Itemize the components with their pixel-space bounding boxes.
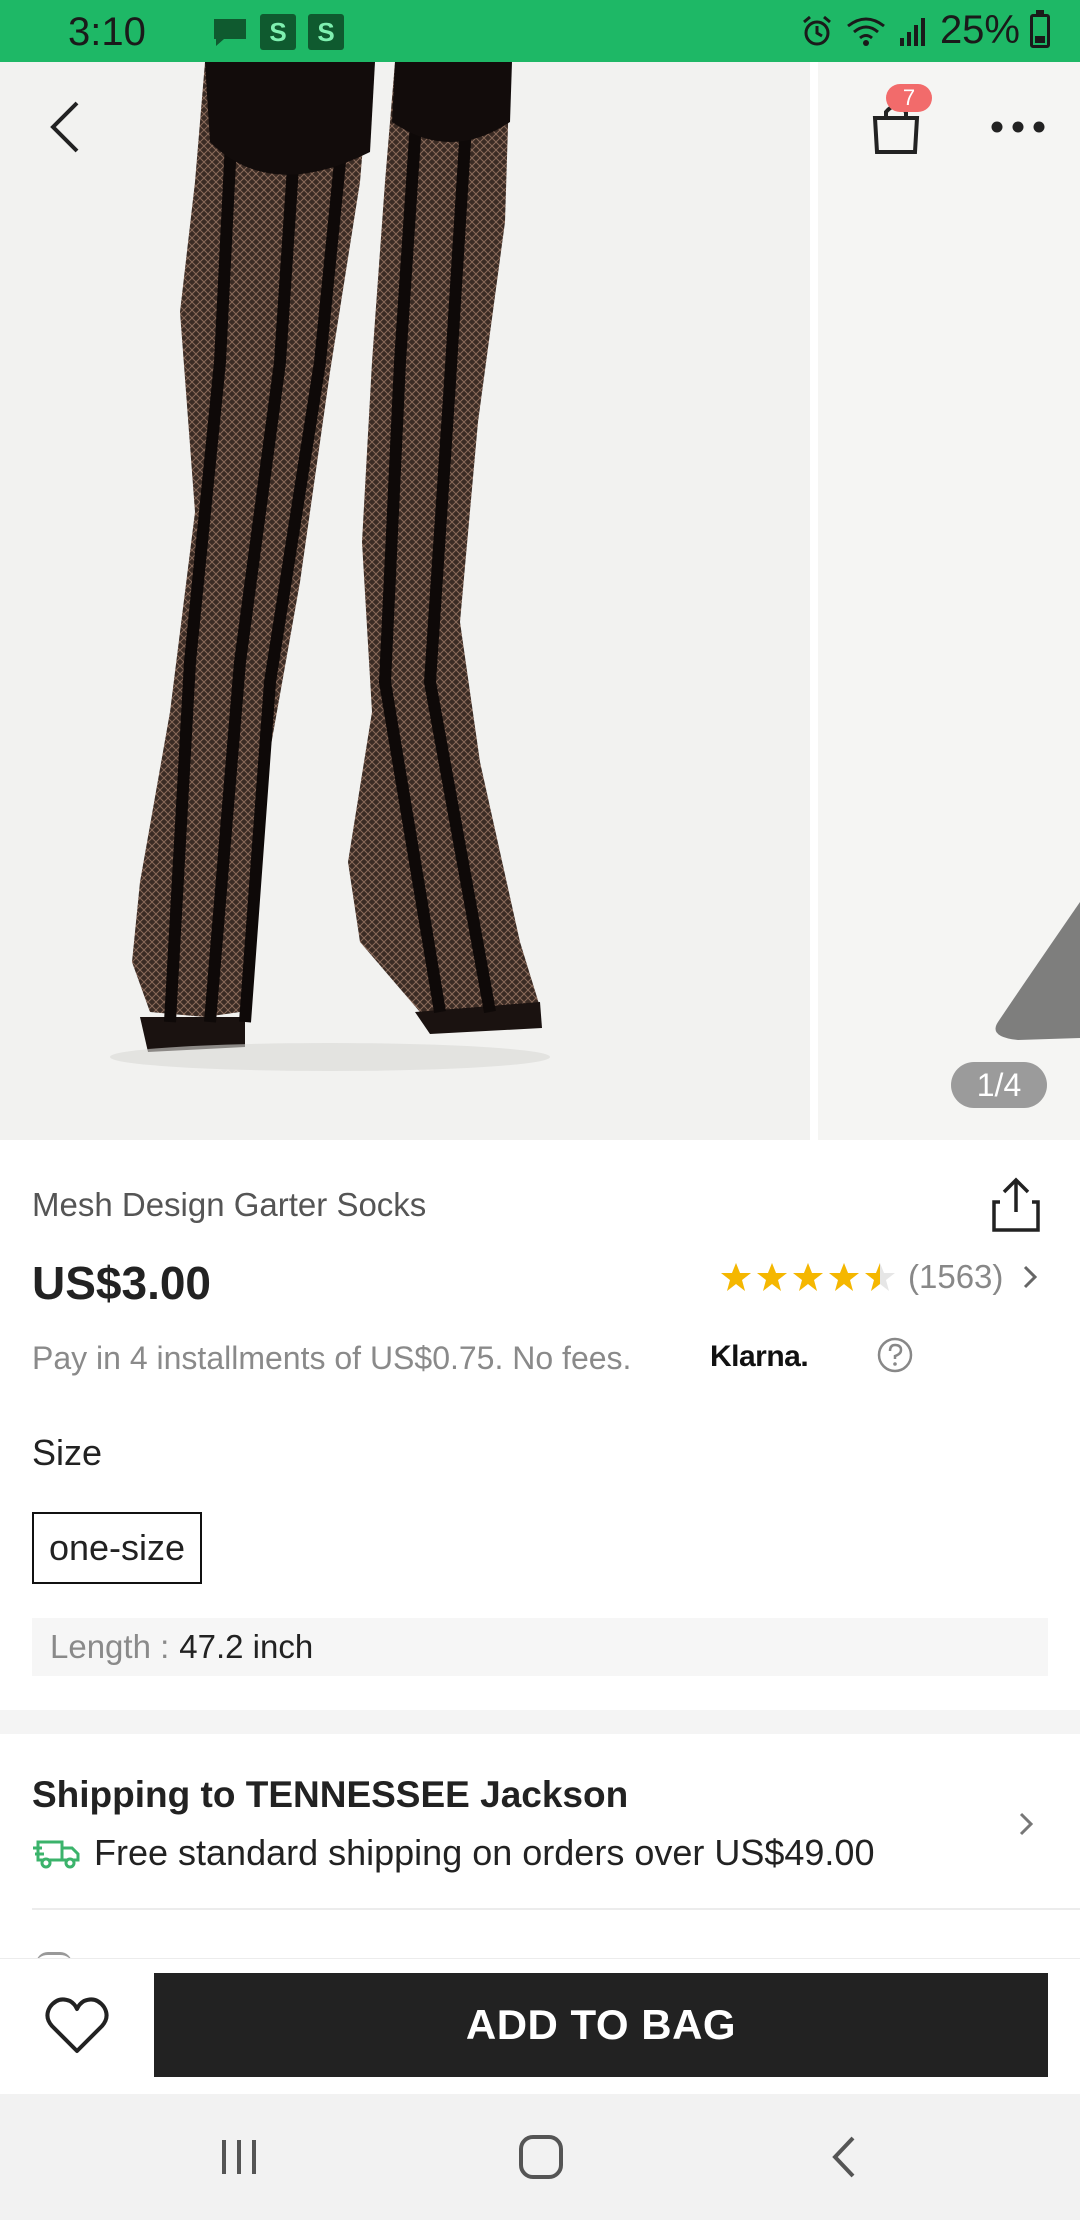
- stockings-illustration: [110, 62, 550, 1071]
- help-icon[interactable]: [876, 1336, 914, 1374]
- wishlist-button[interactable]: [42, 1991, 112, 2061]
- cart-count-badge: 7: [886, 84, 932, 112]
- length-value: 47.2 inch: [179, 1628, 314, 1665]
- shipping-destination[interactable]: Shipping to TENNESSEE Jackson: [32, 1774, 628, 1816]
- rating-stars: [720, 1261, 896, 1293]
- free-shipping-info[interactable]: Free standard shipping on orders over US…: [32, 1832, 874, 1874]
- chat-notification-icon: [214, 19, 246, 46]
- product-detail-screen: 3:10 S S 25% 7 1/4 Mesh Design Garter So…: [0, 0, 1080, 2220]
- recent-apps-button[interactable]: [204, 2124, 274, 2190]
- home-icon: [519, 2135, 563, 2179]
- section-separator: [0, 1710, 1080, 1734]
- battery-icon: [1030, 9, 1050, 48]
- app-notification-icon: S: [260, 14, 296, 50]
- length-label: Length :: [50, 1628, 170, 1665]
- rating-link[interactable]: (1563): [720, 1258, 1043, 1296]
- truck-icon: [33, 1840, 80, 1869]
- bottom-action-bar: ADD TO BAG: [0, 1958, 1080, 2094]
- back-arrow-icon: [832, 2136, 855, 2178]
- status-time: 3:10: [68, 10, 146, 54]
- size-option-one-size[interactable]: one-size: [32, 1512, 202, 1584]
- app-notification-icon: S: [308, 14, 344, 50]
- rating-count: (1563): [908, 1258, 1004, 1295]
- system-navigation-bar: [0, 2094, 1080, 2220]
- product-image[interactable]: [0, 62, 810, 1140]
- klarna-logo: Klarna.: [710, 1340, 809, 1373]
- back-button[interactable]: [30, 92, 100, 162]
- home-button[interactable]: [506, 2124, 576, 2190]
- installments-text: Pay in 4 installments of US$0.75. No fee…: [32, 1340, 632, 1376]
- add-to-bag-button[interactable]: ADD TO BAG: [154, 1973, 1048, 2077]
- star-icon: [793, 1263, 823, 1291]
- chevron-right-icon[interactable]: [1012, 1804, 1040, 1844]
- star-icon: [865, 1263, 895, 1291]
- free-shipping-text: Free standard shipping on orders over US…: [94, 1832, 875, 1873]
- share-icon: [992, 1177, 1040, 1232]
- star-icon: [721, 1263, 751, 1291]
- more-options-button[interactable]: [978, 92, 1058, 162]
- product-price: US$3.00: [32, 1257, 212, 1309]
- size-length-info: Length : 47.2 inch: [32, 1618, 1048, 1676]
- status-bar: 3:10 S S 25%: [0, 0, 1080, 62]
- star-icon: [829, 1263, 859, 1291]
- signal-icon: [899, 17, 925, 46]
- heart-icon: [45, 1997, 109, 2053]
- wifi-icon: [847, 17, 885, 46]
- next-product-image[interactable]: [818, 62, 1080, 1140]
- more-dots-icon: [991, 121, 1045, 133]
- battery-percent: 25%: [939, 8, 1020, 52]
- product-title: Mesh Design Garter Socks: [32, 1186, 427, 1223]
- notification-icons: S S: [212, 14, 344, 50]
- status-right: 25%: [800, 8, 1050, 53]
- next-image-preview: [995, 902, 1080, 1040]
- image-page-indicator: 1/4: [951, 1062, 1047, 1108]
- chevron-right-icon: [1024, 1265, 1038, 1289]
- divider: [32, 1908, 1080, 1910]
- system-back-button[interactable]: [808, 2124, 878, 2190]
- gallery-divider: [810, 62, 818, 1140]
- product-image-gallery[interactable]: 7 1/4: [0, 62, 1080, 1140]
- chevron-left-icon: [50, 101, 79, 153]
- star-icon: [757, 1263, 787, 1291]
- size-label: Size: [32, 1432, 103, 1473]
- share-button[interactable]: [990, 1176, 1042, 1234]
- recents-icon: [222, 2140, 256, 2174]
- alarm-icon: [802, 15, 831, 45]
